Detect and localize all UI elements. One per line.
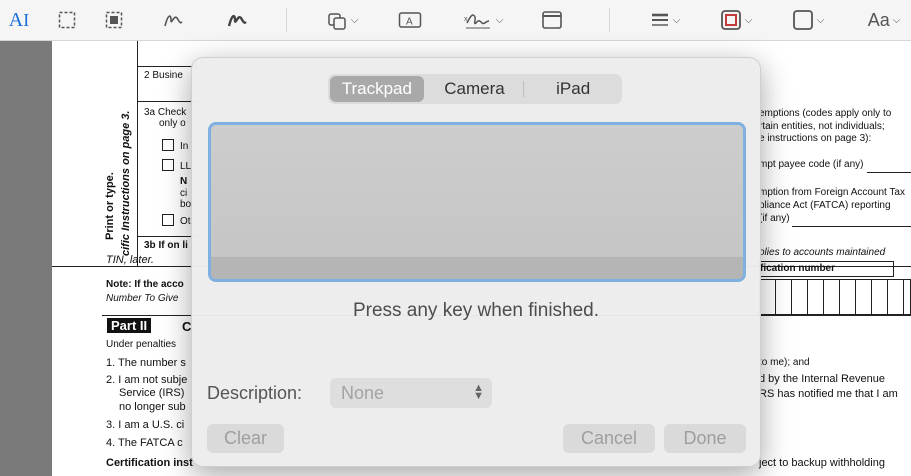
checkbox[interactable]	[162, 159, 174, 171]
cert-item-4: 4. The FATCA c	[106, 437, 183, 449]
part-2-label: Part II	[107, 318, 152, 333]
line-2-label: 2 Busine	[144, 70, 183, 81]
select-rect-icon	[58, 11, 76, 29]
font-icon: Aa	[867, 9, 890, 30]
signature-menu[interactable]: x ⌵	[460, 8, 506, 32]
line-3b-label: 3b If on li	[144, 240, 188, 251]
checkbox-label: In	[180, 141, 189, 152]
chevron-down-icon: ⌵	[892, 14, 901, 26]
checkbox-label: LL	[180, 161, 192, 172]
note-icon	[542, 11, 562, 29]
up-down-chevron-icon: ▲ ▼	[473, 382, 484, 402]
select-smart-icon	[105, 11, 123, 29]
signature-source-segmented-control: Trackpad Camera iPad	[328, 74, 622, 104]
instruction-text: Press any key when finished.	[352, 300, 600, 321]
checkbox-label: Ot	[180, 216, 191, 227]
toolbar-divider	[609, 8, 610, 32]
signature-dialog: Trackpad Camera iPad Press any key when …	[191, 57, 761, 467]
text-style-menu[interactable]: Aa ⌵	[862, 8, 906, 32]
cert-item-1: 1. The number s	[106, 357, 186, 369]
signature-icon: x	[464, 14, 490, 29]
textbox-icon: A	[398, 12, 422, 28]
cert-text-right: d by the Internal Revenue	[759, 373, 885, 385]
tin-later: TIN, later.	[106, 254, 154, 266]
chevron-down-icon: ⌵	[672, 14, 681, 26]
line-style-icon	[651, 13, 668, 26]
fatca-text: mption from Foreign Account Tax	[759, 187, 905, 198]
line-3a-label: 3a Check	[144, 107, 187, 118]
segment-divider	[523, 81, 525, 97]
side-print-label: Print or type.	[104, 172, 116, 240]
chevron-down-icon: ⌵	[350, 14, 359, 26]
fill-color-menu[interactable]: ⌵	[786, 8, 830, 32]
text-cursor-icon: AI	[8, 8, 30, 31]
checkbox-note: bo	[180, 199, 192, 210]
cert-item-2: 2. I am not subje	[106, 374, 188, 386]
toolbar-divider	[286, 8, 287, 32]
part-2-title: C	[182, 319, 192, 334]
markup-toolbar: AI ⌵ A x ⌵ ⌵ ⌵ ⌵ Aa ⌵	[0, 0, 911, 41]
tab-trackpad[interactable]: Trackpad	[330, 76, 424, 102]
checkbox-note: N	[180, 176, 188, 187]
cert-item-2b: Service (IRS)	[119, 387, 185, 399]
side-instructions-label: cific Instructions on page 3.	[120, 110, 132, 256]
tab-camera[interactable]: Camera	[428, 76, 522, 102]
exemptions-text: rtain entities, not individuals;	[759, 121, 885, 132]
border-color-menu[interactable]: ⌵	[714, 8, 758, 32]
checkbox-note: ci	[180, 188, 188, 199]
done-button[interactable]: Done	[664, 424, 746, 453]
chevron-down-icon: ⌵	[495, 14, 504, 26]
sketch-icon	[164, 15, 183, 27]
clear-button[interactable]: Clear	[207, 424, 284, 453]
cert-instructions: Certification inst	[106, 457, 193, 469]
window-margin	[0, 41, 52, 476]
svg-text:A: A	[406, 17, 413, 28]
checkbox[interactable]	[162, 214, 174, 226]
line-style-menu[interactable]: ⌵	[644, 8, 686, 32]
rectangular-selection-tool[interactable]	[56, 8, 78, 32]
fatca-text: pliance Act (FATCA) reporting	[759, 200, 891, 211]
draw-tool[interactable]	[225, 8, 249, 32]
exemptions-text: emptions (codes apply only to	[759, 108, 892, 119]
cancel-button[interactable]: Cancel	[563, 424, 655, 453]
svg-text:x: x	[464, 16, 468, 23]
fatca-text: (if any)	[759, 213, 790, 224]
draw-icon	[227, 14, 247, 27]
sketch-tool[interactable]	[161, 8, 185, 32]
cert-item-3: 3. I am a U.S. ci	[106, 419, 185, 431]
cert-item-2c: no longer sub	[119, 401, 186, 413]
exempt-payee-label: mpt payee code (if any)	[759, 159, 864, 170]
text-box-tool[interactable]: A	[396, 8, 424, 32]
description-label: Description:	[207, 383, 303, 403]
smart-selection-tool[interactable]	[103, 8, 125, 32]
tab-ipad[interactable]: iPad	[526, 76, 620, 102]
cert-instructions-tail: ject to backup withholding	[759, 457, 885, 469]
checkbox[interactable]	[162, 139, 174, 151]
fill-color-icon	[792, 10, 813, 30]
signature-baseline-area	[211, 257, 743, 279]
border-color-icon	[720, 10, 741, 30]
text-selection-tool[interactable]: AI	[8, 8, 30, 32]
exemptions-text: e instructions on page 3):	[759, 133, 872, 144]
chevron-down-icon: ⌵	[744, 14, 753, 26]
cert-text-right: RS has notified me that I am	[759, 388, 898, 400]
cert-text-right: to me); and	[759, 357, 810, 368]
description-select[interactable]: None ▲ ▼	[330, 378, 492, 408]
identification-number-label: fication number	[760, 263, 836, 274]
signature-drawing-area[interactable]	[208, 122, 746, 282]
under-penalties: Under penalties	[106, 339, 177, 350]
shapes-icon	[327, 13, 346, 30]
note-tool[interactable]	[540, 8, 564, 32]
line-3a-sub: only o	[159, 118, 186, 129]
chevron-down-icon: ⌵	[816, 14, 825, 26]
note-text: Note: If the acco	[106, 279, 184, 290]
accounts-text: olies to accounts maintained	[759, 247, 886, 258]
shapes-menu[interactable]: ⌵	[320, 8, 364, 32]
description-value: None	[341, 382, 385, 403]
note-text-2: Number To Give	[106, 293, 179, 304]
